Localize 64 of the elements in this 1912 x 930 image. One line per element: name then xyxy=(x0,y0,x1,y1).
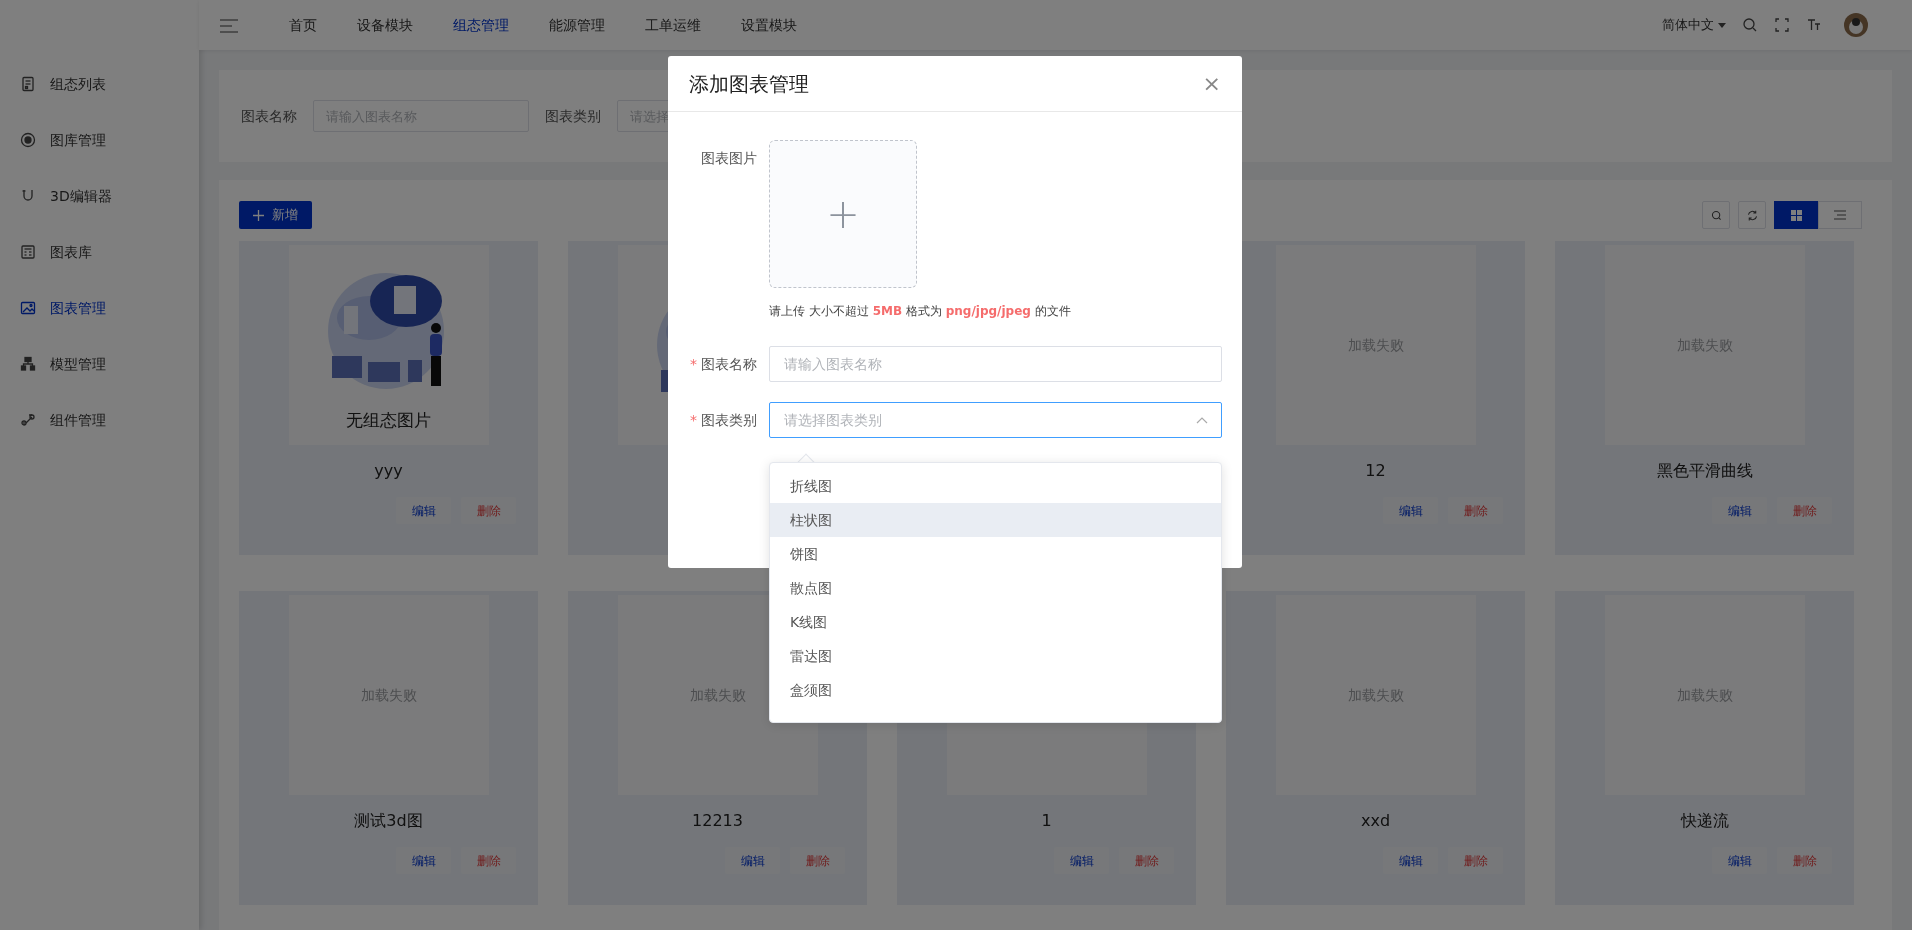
document-icon xyxy=(20,76,36,92)
plus-icon xyxy=(253,209,264,221)
search-icon[interactable] xyxy=(1742,17,1758,33)
dropdown-option[interactable]: 散点图 xyxy=(770,571,1221,605)
card-title: 测试3d图 xyxy=(354,810,423,832)
grid-icon xyxy=(1790,209,1802,221)
input-field[interactable]: 请输入图表名称 xyxy=(769,346,1222,382)
link-icon xyxy=(20,412,36,428)
nav-tab[interactable]: 首页 xyxy=(269,14,337,36)
sidebar-item[interactable]: 组件管理 xyxy=(0,392,199,448)
search-button[interactable] xyxy=(1702,201,1730,229)
hierarchy-icon xyxy=(20,356,36,372)
nav-tab[interactable]: 设备模块 xyxy=(337,14,433,36)
nav-tab[interactable]: 能源管理 xyxy=(529,14,625,36)
sidebar-item[interactable]: 模型管理 xyxy=(0,336,199,392)
magnet-icon xyxy=(20,188,36,204)
search-icon xyxy=(1709,208,1723,222)
required-mark: * xyxy=(690,355,697,372)
dropdown-option[interactable]: 柱状图 xyxy=(770,503,1221,537)
dropdown-option[interactable]: K线图 xyxy=(770,605,1221,639)
nav-tab[interactable]: 组态管理 xyxy=(433,14,529,36)
dialog-title: 添加图表管理 xyxy=(689,70,809,98)
nav-tab[interactable]: 工单运维 xyxy=(625,14,721,36)
sidebar-item[interactable]: 图库管理 xyxy=(0,112,199,168)
refresh-icon xyxy=(1745,208,1759,222)
view-toggle[interactable] xyxy=(1774,201,1818,229)
close-button[interactable]: × xyxy=(1202,72,1221,95)
calculator-icon xyxy=(20,244,36,260)
card-title: 快递流 xyxy=(1680,810,1729,832)
language-dropdown[interactable]: 简体中文 xyxy=(1662,15,1726,35)
card-title: 黑色平滑曲线 xyxy=(1656,460,1753,482)
sidebar-item[interactable]: 图表库 xyxy=(0,224,199,280)
target-icon xyxy=(20,132,36,148)
sidebar-item[interactable]: 图表管理 xyxy=(0,280,199,336)
refresh-button[interactable] xyxy=(1738,201,1766,229)
add-button[interactable]: 新增 xyxy=(239,201,312,229)
caret-icon xyxy=(1718,22,1726,28)
card-title: yyy xyxy=(374,460,403,482)
font-size-icon[interactable] xyxy=(1806,17,1822,33)
select-field[interactable]: 请选择图表类别 xyxy=(769,402,1222,438)
field-label: 图表图片 xyxy=(700,149,758,168)
image-caption: 无组态图片 xyxy=(346,409,431,433)
card-title: 1 xyxy=(1041,810,1052,832)
fullscreen-icon[interactable] xyxy=(1774,17,1790,33)
list-icon xyxy=(1834,210,1846,220)
card-title: xxd xyxy=(1360,810,1391,832)
upload-hint: 请上传 大小不超过 5MB 格式为 png/jpg/jpeg 的文件 xyxy=(769,303,1071,320)
dropdown-option[interactable]: 雷达图 xyxy=(770,639,1221,673)
sidebar-item[interactable]: 3D编辑器 xyxy=(0,168,199,224)
avatar[interactable] xyxy=(1844,13,1868,37)
card-title: 12 xyxy=(1365,460,1386,482)
dropdown-option[interactable]: 饼图 xyxy=(770,537,1221,571)
filter-label: 图表名称 xyxy=(241,106,297,126)
upload-area[interactable]: + xyxy=(769,140,917,288)
filter-label: 图表类别 xyxy=(545,106,601,126)
image-icon xyxy=(20,300,36,316)
field-label: 图表类别 xyxy=(701,411,757,428)
dropdown-option[interactable]: 折线图 xyxy=(770,469,1221,503)
dropdown-option[interactable]: 盒须图 xyxy=(770,673,1221,707)
field-label: 图表名称 xyxy=(701,355,757,372)
card-title: 12213 xyxy=(692,810,743,832)
sidebar-item[interactable]: 组态列表 xyxy=(0,56,199,112)
required-mark: * xyxy=(690,411,697,428)
nav-tab[interactable]: 设置模块 xyxy=(721,14,817,36)
